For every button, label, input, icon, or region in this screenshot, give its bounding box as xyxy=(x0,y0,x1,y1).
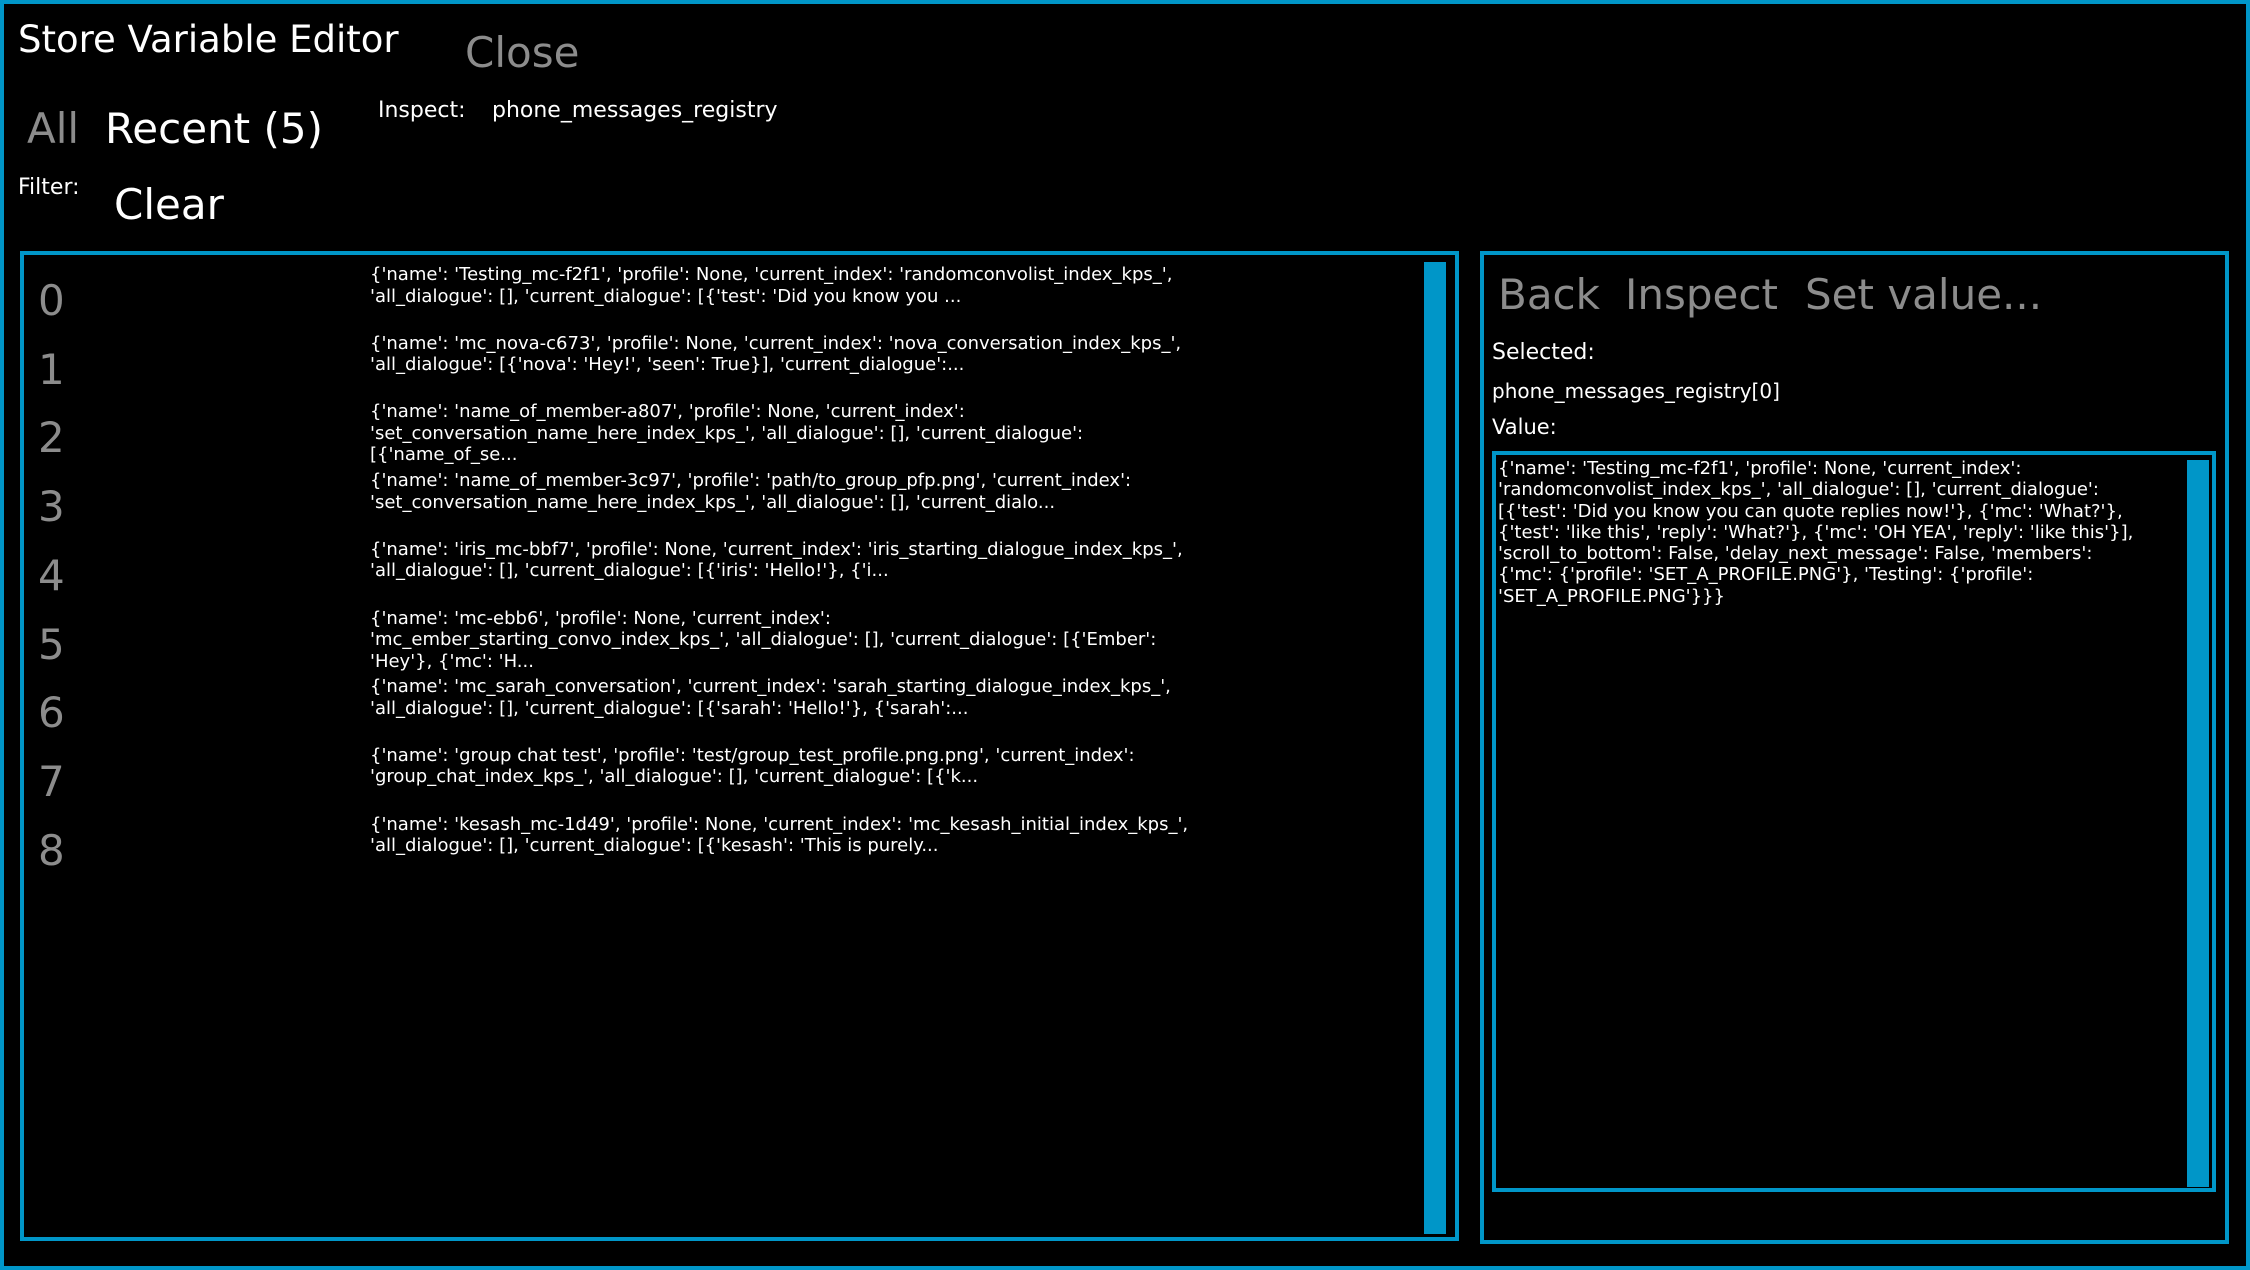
list-row[interactable]: 0 {'name': 'Testing_mc-f2f1', 'profile': … xyxy=(20,258,1420,326)
list-row[interactable]: 7 {'name': 'group chat test', 'profile': … xyxy=(20,739,1420,807)
row-index: 4 xyxy=(38,550,65,600)
row-value: {'name': 'mc-ebb6', 'profile': None, 'cu… xyxy=(370,607,1157,672)
inspect-button[interactable]: Inspect xyxy=(1625,270,1778,319)
list-row[interactable]: 1 {'name': 'mc_nova-c673', 'profile': Non… xyxy=(20,327,1420,395)
row-value: {'name': 'name_of_member-a807', 'profile… xyxy=(370,401,1084,466)
row-value: {'name': 'Testing_mc-f2f1', 'profile': N… xyxy=(370,264,1173,307)
row-index: 2 xyxy=(38,413,65,463)
list-row[interactable]: 2 {'name': 'name_of_member-a807', 'profil… xyxy=(20,395,1420,466)
filter-label: Filter: xyxy=(18,175,80,200)
set-value-button[interactable]: Set value... xyxy=(1805,270,2042,319)
row-index: 1 xyxy=(38,344,65,394)
list-scrollbar[interactable] xyxy=(1424,262,1446,1234)
value-text: {'name': 'Testing_mc-f2f1', 'profile': N… xyxy=(1498,458,2134,607)
row-index: 3 xyxy=(38,482,65,532)
close-button[interactable]: Close xyxy=(465,28,579,77)
row-value: {'name': 'iris_mc-bbf7', 'profile': None… xyxy=(370,538,1183,582)
value-label: Value: xyxy=(1492,415,1557,439)
back-button[interactable]: Back xyxy=(1498,270,1600,319)
row-value: {'name': 'group chat test', 'profile': '… xyxy=(370,744,1135,788)
row-index: 6 xyxy=(38,688,65,738)
row-value: {'name': 'name_of_member-3c97', 'profile… xyxy=(370,470,1132,513)
row-index: 7 xyxy=(38,756,65,806)
list-row[interactable]: 3 {'name': 'name_of_member-3c97', 'profil… xyxy=(20,464,1420,532)
list-row[interactable]: 8 {'name': 'kesash_mc-1d49', 'profile': N… xyxy=(20,808,1420,876)
row-value: {'name': 'mc_sarah_conversation', 'curre… xyxy=(370,676,1171,719)
row-index: 8 xyxy=(38,825,65,875)
window-title: Store Variable Editor xyxy=(18,18,399,61)
inspect-variable-name: phone_messages_registry xyxy=(492,98,778,123)
row-index: 5 xyxy=(38,619,65,669)
row-value: {'name': 'mc_nova-c673', 'profile': None… xyxy=(370,332,1182,376)
row-index: 0 xyxy=(38,276,65,325)
row-value: {'name': 'kesash_mc-1d49', 'profile': No… xyxy=(370,813,1189,857)
list-row[interactable]: 4 {'name': 'iris_mc-bbf7', 'profile': Non… xyxy=(20,533,1420,601)
inspect-label: Inspect: xyxy=(378,98,466,123)
list-row[interactable]: 6 {'name': 'mc_sarah_conversation', 'curr… xyxy=(20,670,1420,738)
clear-filter-button[interactable]: Clear xyxy=(114,180,224,229)
tab-all[interactable]: All xyxy=(27,104,79,153)
selected-path: phone_messages_registry[0] xyxy=(1492,379,1780,403)
value-scrollbar[interactable] xyxy=(2187,460,2209,1187)
selected-label: Selected: xyxy=(1492,340,1595,365)
list-row[interactable]: 5 {'name': 'mc-ebb6', 'profile': None, 'c… xyxy=(20,602,1420,672)
tab-recent[interactable]: Recent (5) xyxy=(105,104,323,153)
